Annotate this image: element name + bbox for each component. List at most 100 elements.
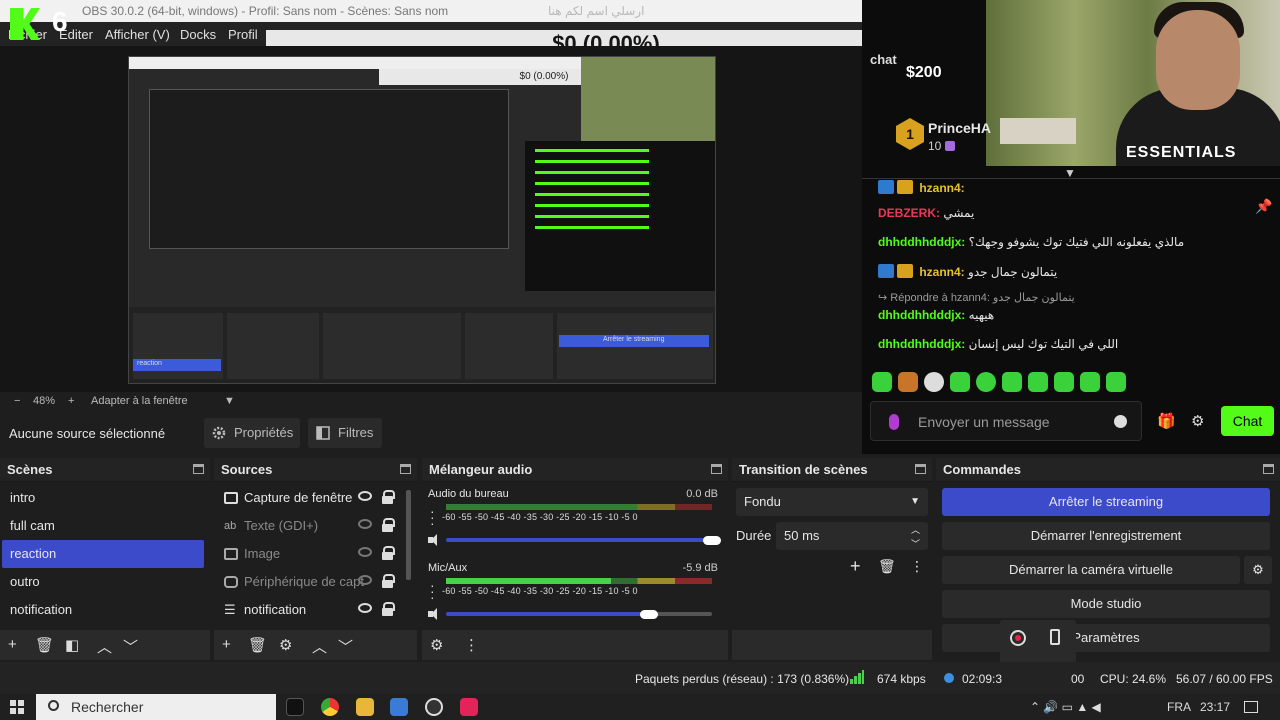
transition-select[interactable]: Fondu ▼ (736, 488, 928, 516)
stepper-down-icon[interactable]: ﹀ (911, 530, 920, 558)
windows-start-icon[interactable] (10, 700, 24, 714)
pin-icon[interactable]: 📌 (1255, 198, 1272, 215)
speaker-icon[interactable] (428, 534, 440, 546)
gear-icon[interactable]: ⚙ (430, 636, 443, 654)
more-options-icon[interactable]: · · · (430, 504, 435, 530)
preview-canvas[interactable]: $0 (0.00%) reaction Arrêter le streaming (0, 46, 862, 392)
visibility-icon[interactable] (358, 603, 372, 613)
stop-streaming-button[interactable]: Arrêter le streaming (942, 488, 1270, 516)
undock-icon[interactable] (711, 464, 722, 474)
arrow-down-icon[interactable]: ﹀ (123, 636, 138, 657)
tiktok-icon[interactable] (460, 698, 478, 716)
trash-icon[interactable]: 🗑 (248, 636, 267, 654)
duration-stepper[interactable]: 50 ms ︿ ﹀ (776, 522, 928, 550)
add-icon[interactable]: + (222, 636, 231, 653)
arrow-up-icon[interactable]: ︿ (312, 636, 327, 657)
record-icon[interactable] (1010, 630, 1026, 646)
source-item[interactable]: Image (214, 540, 417, 568)
more-options-icon[interactable]: ⋮ (910, 558, 924, 575)
source-item[interactable]: ab Texte (GDI+) (214, 512, 417, 540)
emote-icon[interactable] (1080, 372, 1100, 392)
scene-item-reaction[interactable]: reaction (2, 540, 204, 568)
source-item[interactable]: Capture de fenêtre (214, 484, 417, 512)
scene-item-full-cam[interactable]: full cam (0, 512, 210, 540)
zoom-out-button[interactable]: − (14, 395, 20, 407)
undock-icon[interactable] (1263, 464, 1274, 474)
add-icon[interactable]: + (850, 556, 861, 577)
emote-icon[interactable] (950, 372, 970, 392)
emote-icon[interactable] (1054, 372, 1074, 392)
settings-button[interactable]: Paramètres (942, 624, 1270, 652)
more-options-icon[interactable]: · · · (430, 578, 435, 604)
lock-icon[interactable] (382, 574, 395, 588)
emote-icon[interactable] (1106, 372, 1126, 392)
slider-handle[interactable] (703, 536, 721, 545)
scrollbar[interactable] (406, 490, 411, 580)
folder-icon[interactable] (356, 698, 374, 716)
microphone-icon[interactable] (889, 414, 899, 430)
emote-icon[interactable] (898, 372, 918, 392)
obs-icon[interactable] (425, 698, 443, 716)
gear-icon[interactable]: ⚙ (1191, 412, 1204, 430)
fit-to-window[interactable]: Adapter à la fenêtre (91, 395, 188, 407)
scene-item-notification[interactable]: notification (0, 596, 210, 624)
emote-icon[interactable] (872, 372, 892, 392)
arrow-up-icon[interactable]: ︿ (97, 636, 112, 657)
language[interactable]: FRA (1167, 700, 1191, 714)
volume-slider[interactable] (446, 612, 644, 616)
slider-handle[interactable] (640, 610, 658, 619)
properties-button[interactable]: Propriétés (204, 418, 300, 448)
chrome-icon[interactable] (321, 698, 339, 716)
lock-icon[interactable] (382, 602, 395, 616)
emote-icon[interactable] (1028, 372, 1048, 392)
scene-item-outro[interactable]: outro (0, 568, 210, 596)
trash-icon[interactable]: 🗑 (878, 558, 896, 575)
lock-icon[interactable] (382, 490, 395, 504)
app-icon[interactable] (286, 698, 304, 716)
menu-view[interactable]: Afficher (V) (105, 27, 170, 42)
emote-icon[interactable] (976, 372, 996, 392)
usb-icon[interactable] (1050, 629, 1060, 645)
store-icon[interactable] (390, 698, 408, 716)
volume-slider[interactable] (446, 538, 712, 542)
filters-button[interactable]: Filtres (308, 418, 382, 448)
taskbar-search[interactable]: Rechercher (36, 694, 276, 720)
visibility-hidden-icon[interactable] (358, 547, 372, 557)
studio-mode-button[interactable]: Mode studio (942, 590, 1270, 618)
undock-icon[interactable] (400, 464, 411, 474)
clock[interactable]: 23:17 (1200, 700, 1230, 714)
emoji-icon[interactable] (1114, 415, 1127, 428)
emote-icon[interactable] (1002, 372, 1022, 392)
virtual-camera-settings[interactable]: ⚙ (1244, 556, 1272, 584)
more-options-icon[interactable]: ⋮ (464, 636, 479, 654)
speaker-icon[interactable] (428, 608, 440, 620)
chat-reply-context[interactable]: ↪ Répondre à hzann4: يتمالون جمال جدو (878, 291, 1075, 304)
undock-icon[interactable] (915, 464, 926, 474)
menu-profile[interactable]: Profil (228, 27, 258, 42)
chat-message-input[interactable]: Envoyer un message (870, 401, 1142, 441)
undock-icon[interactable] (193, 464, 204, 474)
chat-send-button[interactable]: Chat (1221, 406, 1274, 436)
menu-docks[interactable]: Docks (180, 27, 216, 42)
tray-icons[interactable]: ⌃ 🔊 ▭ ▲ ◀ (1030, 700, 1101, 714)
visibility-hidden-icon[interactable] (358, 519, 372, 529)
visibility-icon[interactable] (358, 491, 372, 501)
emote-icon[interactable] (924, 372, 944, 392)
source-item[interactable]: Périphérique de capture (214, 568, 417, 596)
arrow-down-icon[interactable]: ﹀ (338, 636, 353, 657)
gift-icon[interactable]: 🎁 (1157, 412, 1176, 430)
gear-icon[interactable]: ⚙ (279, 636, 292, 654)
start-virtual-camera-button[interactable]: Démarrer la caméra virtuelle (942, 556, 1240, 584)
lock-icon[interactable] (382, 546, 395, 560)
filter-icon[interactable]: ◧ (65, 636, 79, 654)
source-item[interactable]: ☰ notification (214, 596, 417, 624)
add-icon[interactable]: + (8, 636, 17, 653)
zoom-in-button[interactable]: + (68, 395, 74, 407)
scene-item-intro[interactable]: intro (0, 484, 210, 512)
trash-icon[interactable]: 🗑 (35, 636, 54, 654)
start-recording-button[interactable]: Démarrer l'enregistrement (942, 522, 1270, 550)
lock-icon[interactable] (382, 518, 395, 532)
chevron-down-icon[interactable]: ▼ (224, 395, 235, 407)
visibility-hidden-icon[interactable] (358, 575, 372, 585)
notification-icon[interactable] (1244, 701, 1258, 713)
